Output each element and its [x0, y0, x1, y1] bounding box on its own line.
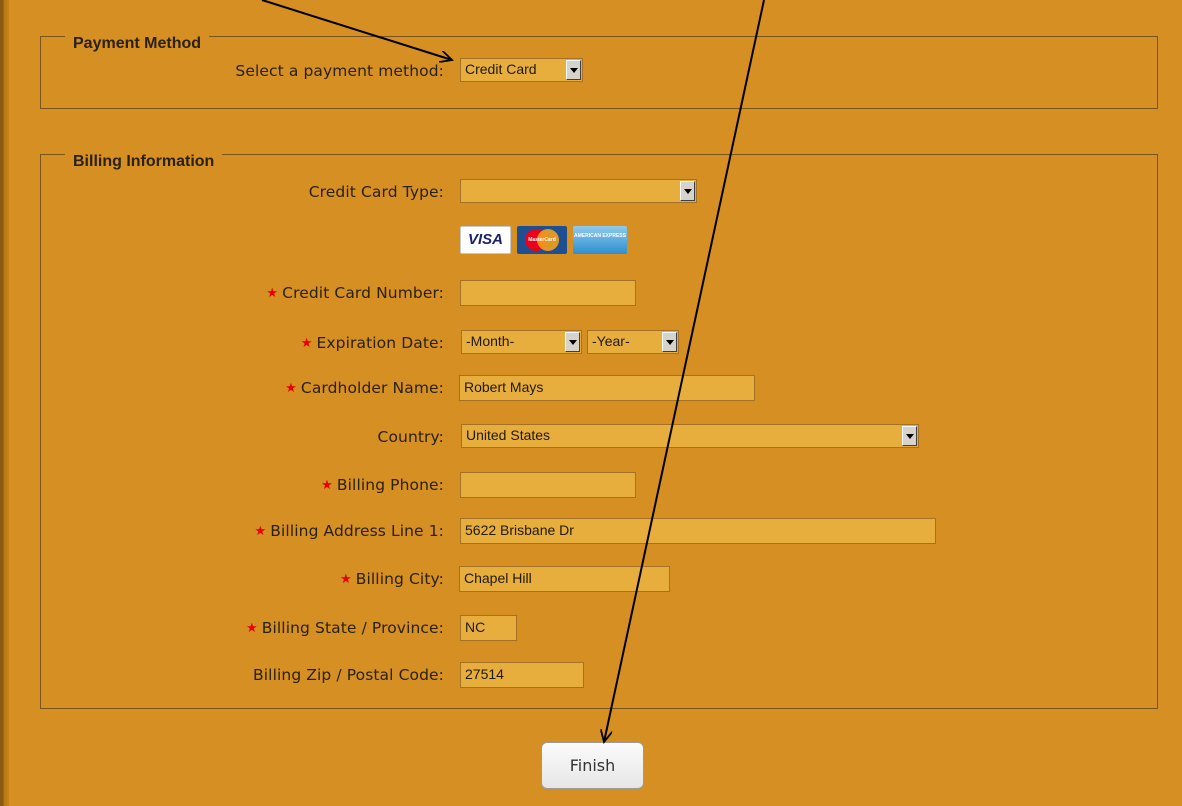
cardholder-name-input[interactable]: Robert Mays [459, 375, 755, 401]
expiration-year-value: -Year- [592, 333, 630, 349]
billing-zip-row: Billing Zip / Postal Code: 27514 [0, 662, 1182, 690]
payment-method-select[interactable]: Credit Card [460, 58, 583, 82]
finish-button[interactable]: Finish [541, 742, 644, 789]
payment-method-legend: Payment Method [71, 34, 204, 52]
mastercard-logo-icon: MasterCard [517, 226, 567, 254]
billing-state-input[interactable]: NC [460, 615, 517, 641]
cardholder-name-row: ★ Cardholder Name: Robert Mays [0, 375, 1182, 403]
billing-city-row: ★ Billing City: Chapel Hill [0, 566, 1182, 594]
country-select[interactable]: United States [461, 424, 919, 448]
billing-city-input[interactable]: Chapel Hill [459, 566, 670, 592]
card-type-label: Credit Card Type: [308, 183, 444, 201]
expiration-month-value: -Month- [466, 333, 515, 349]
card-number-row: ★ Credit Card Number: [0, 280, 1182, 308]
dropdown-arrow-icon [680, 181, 695, 201]
visa-logo-icon: VISA [460, 226, 511, 254]
expiration-year-select[interactable]: -Year- [587, 330, 679, 354]
billing-information-legend: Billing Information [71, 152, 217, 170]
billing-address-label: ★ Billing Address Line 1: [254, 522, 444, 540]
country-label: Country: [377, 428, 444, 446]
country-row: Country: United States [0, 424, 1182, 452]
cardholder-name-label: ★ Cardholder Name: [285, 379, 444, 397]
card-number-label: ★ Credit Card Number: [266, 284, 444, 302]
expiration-month-select[interactable]: -Month- [461, 330, 582, 354]
billing-phone-row: ★ Billing Phone: [0, 472, 1182, 500]
country-value: United States [466, 427, 551, 443]
expiration-date-label: ★ Expiration Date: [300, 334, 444, 352]
billing-phone-input[interactable] [460, 472, 636, 498]
dropdown-arrow-icon [902, 426, 917, 446]
card-type-row: Credit Card Type: [0, 179, 1182, 207]
dropdown-arrow-icon [662, 332, 677, 352]
billing-zip-input[interactable]: 27514 [460, 662, 584, 688]
expiration-date-row: ★ Expiration Date: -Month- -Year- [0, 330, 1182, 358]
billing-address-row: ★ Billing Address Line 1: 5622 Brisbane D… [0, 518, 1182, 546]
required-star-icon: ★ [246, 621, 258, 636]
card-number-input[interactable] [460, 280, 636, 306]
required-star-icon: ★ [266, 286, 279, 301]
checkout-page: Payment Method Select a payment method: … [0, 0, 1182, 806]
dropdown-arrow-icon [566, 60, 581, 80]
payment-method-label: Select a payment method: [235, 62, 444, 80]
required-star-icon: ★ [285, 381, 297, 396]
billing-city-label: ★ Billing City: [340, 570, 444, 588]
billing-address-input[interactable]: 5622 Brisbane Dr [460, 518, 936, 544]
required-star-icon: ★ [321, 478, 333, 493]
payment-method-value: Credit Card [465, 61, 537, 77]
payment-method-row: Select a payment method: Credit Card [0, 58, 1182, 86]
card-type-select[interactable] [460, 179, 697, 203]
american-express-logo-icon: AMERICAN EXPRESS [573, 226, 627, 254]
billing-state-row: ★ Billing State / Province: NC [0, 615, 1182, 643]
billing-phone-label: ★ Billing Phone: [321, 476, 444, 494]
billing-zip-label: Billing Zip / Postal Code: [253, 666, 444, 684]
required-star-icon: ★ [254, 524, 267, 539]
dropdown-arrow-icon [565, 332, 580, 352]
billing-state-label: ★ Billing State / Province: [246, 619, 444, 637]
required-star-icon: ★ [300, 336, 313, 351]
required-star-icon: ★ [340, 572, 352, 587]
